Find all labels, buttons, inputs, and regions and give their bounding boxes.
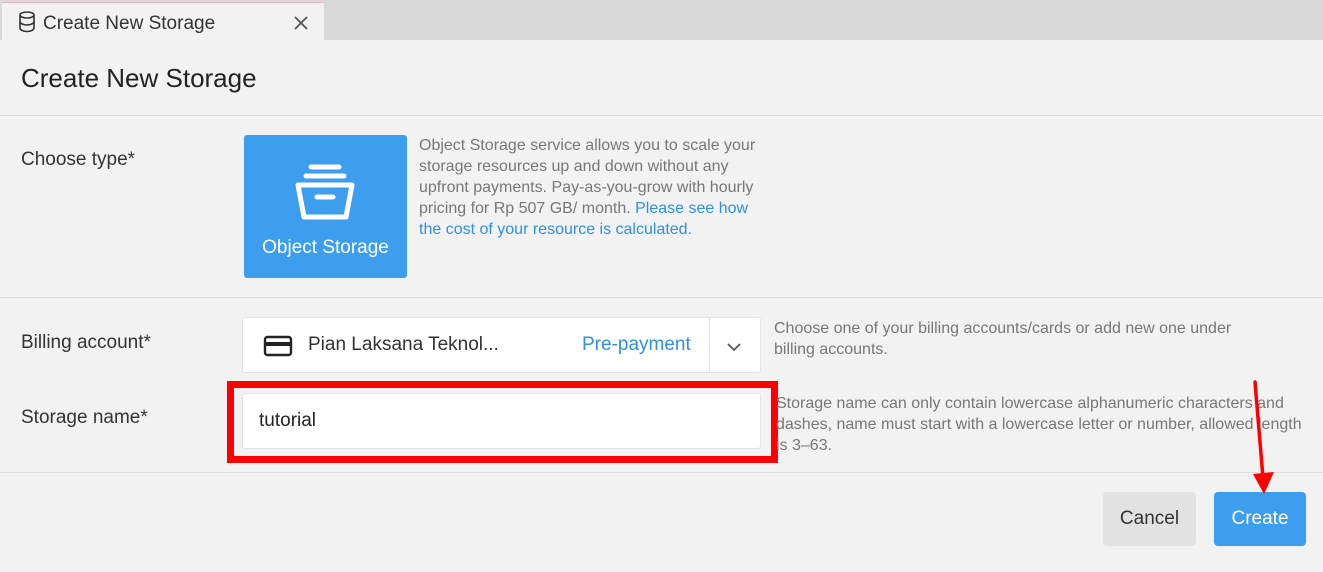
storage-name-help-text: Storage name can only contain lowercase …: [776, 395, 1302, 454]
close-icon[interactable]: [290, 12, 312, 34]
tab-title: Create New Storage: [43, 13, 216, 34]
chevron-down-icon[interactable]: [723, 336, 745, 358]
choose-type-label: Choose type*: [21, 149, 136, 170]
select-separator: [709, 318, 710, 372]
divider: [0, 297, 1323, 298]
object-storage-option[interactable]: Object Storage: [244, 135, 407, 278]
payment-type-badge: Pre-payment: [582, 334, 691, 355]
billing-account-label: Billing account*: [21, 332, 151, 353]
divider: [0, 115, 1323, 116]
billing-account-select[interactable]: Pian Laksana Teknol... Pre-payment: [242, 317, 761, 373]
storage-name-input[interactable]: [242, 393, 761, 449]
tab-create-new-storage[interactable]: Create New Storage: [2, 2, 324, 40]
credit-card-icon: [263, 335, 293, 357]
page-title: Create New Storage: [21, 63, 257, 93]
database-icon: [17, 11, 37, 33]
storage-name-label: Storage name*: [21, 407, 148, 428]
create-button[interactable]: Create: [1214, 492, 1306, 546]
divider: [0, 472, 1323, 473]
tab-bar: Create New Storage: [0, 0, 1323, 40]
object-storage-label: Object Storage: [262, 237, 389, 258]
type-description: Object Storage service allows you to sca…: [419, 135, 769, 240]
billing-account-name: Pian Laksana Teknol...: [308, 334, 499, 355]
storage-box-icon: [292, 163, 358, 223]
billing-help-text: Choose one of your billing accounts/card…: [774, 320, 1232, 358]
cancel-button[interactable]: Cancel: [1103, 492, 1196, 546]
